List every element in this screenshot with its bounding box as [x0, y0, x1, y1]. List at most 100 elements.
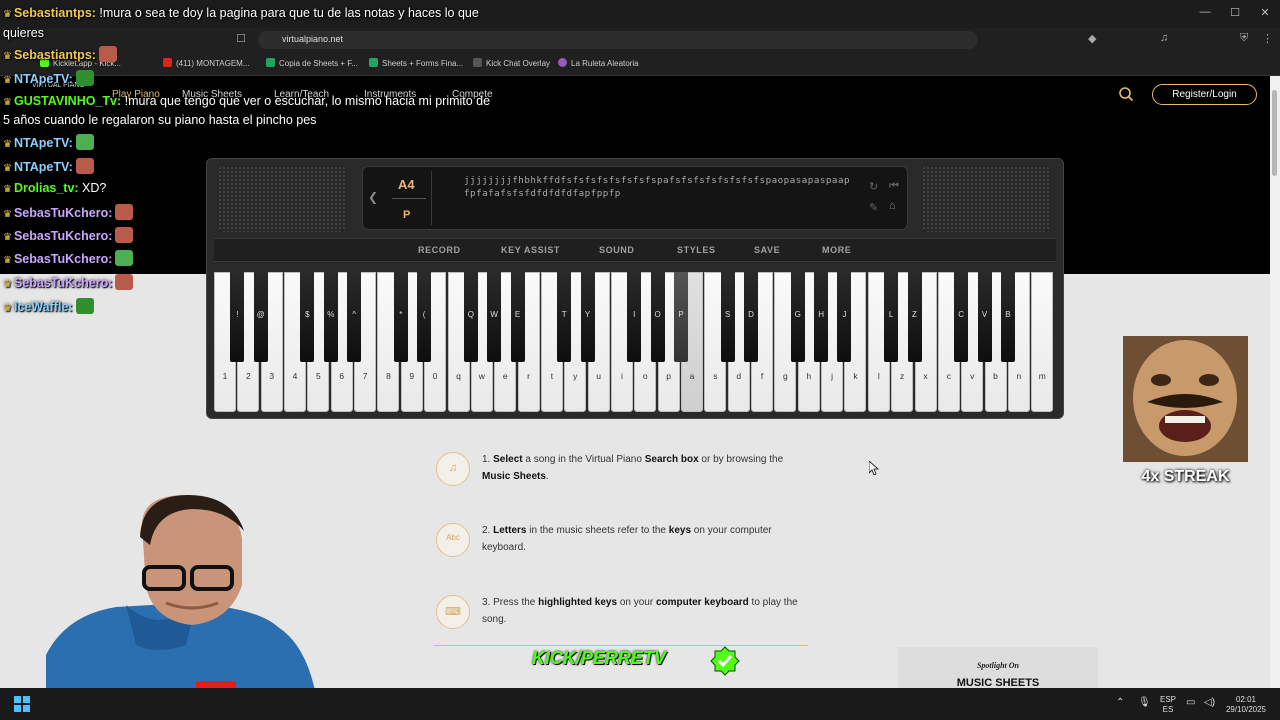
streak-image: [1123, 336, 1248, 462]
piano-black-key[interactable]: I: [627, 272, 642, 362]
piano-black-key[interactable]: *: [393, 272, 408, 362]
key-label: @: [256, 310, 265, 319]
styles-button[interactable]: STYLES: [677, 245, 716, 255]
language-indicator[interactable]: ESP ES: [1158, 695, 1178, 715]
speaker-right: [922, 166, 1050, 232]
spotlight-subtitle: Spotlight On: [976, 661, 1019, 670]
piano-black-key[interactable]: %: [323, 272, 338, 362]
search-icon[interactable]: [1118, 86, 1134, 102]
key-label: 3: [269, 371, 275, 381]
chevron-left-icon[interactable]: ❮: [368, 190, 378, 204]
piano-black-key[interactable]: H: [814, 272, 829, 362]
chat-username: Drolias_tv:: [13, 181, 79, 195]
chat-message: ♛ GUSTAVINHO_Tv: !mura que tengo que ver …: [3, 94, 490, 108]
refresh-icon[interactable]: ↻: [869, 180, 878, 193]
divider: [434, 645, 808, 646]
sound-button[interactable]: SOUND: [599, 245, 635, 255]
piano-black-key[interactable]: W: [487, 272, 502, 362]
piano-black-key[interactable]: ^: [347, 272, 362, 362]
piano-black-key[interactable]: E: [510, 272, 525, 362]
home-icon[interactable]: ⌂: [889, 200, 896, 212]
save-button[interactable]: SAVE: [754, 245, 780, 255]
piano-black-key[interactable]: G: [790, 272, 805, 362]
bookmark-icon[interactable]: ☐: [236, 32, 246, 45]
piano-black-key[interactable]: S: [720, 272, 735, 362]
key-label: 0: [432, 371, 438, 381]
bookmark-item[interactable]: Copia de Sheets + F...: [266, 58, 358, 68]
piano-black-key[interactable]: B: [1000, 272, 1015, 362]
pencil-icon[interactable]: ✎: [869, 201, 878, 214]
key-assist-button[interactable]: KEY ASSIST: [501, 245, 560, 255]
key-label: $: [305, 310, 310, 319]
key-label: v: [970, 371, 975, 381]
piano-black-key[interactable]: L: [884, 272, 899, 362]
chevron-up-icon[interactable]: ⌃: [1116, 698, 1124, 708]
piano-black-key[interactable]: Q: [463, 272, 478, 362]
clock[interactable]: 02:01 29/10/2025: [1222, 695, 1270, 715]
page-icon: [473, 58, 482, 67]
windows-start-icon[interactable]: [14, 696, 30, 712]
chat-message: ♛ SebasTuKchero:: [3, 250, 134, 266]
key-label: g: [783, 371, 788, 381]
shield-icon[interactable]: ⛨: [1240, 32, 1248, 45]
step-2-text: 2. Letters in the music sheets refer to …: [482, 525, 772, 553]
key-label: 9: [409, 371, 415, 381]
bookmark-item[interactable]: Sheets + Forms Fina...: [369, 58, 463, 68]
piano-black-key[interactable]: (: [417, 272, 432, 362]
key-label: !: [236, 310, 239, 319]
key-label: j: [831, 371, 834, 381]
bookmark-item[interactable]: La Ruleta Aleatoria: [558, 58, 639, 68]
skip-back-icon[interactable]: ⏮: [889, 180, 899, 193]
music-icon[interactable]: ♫: [1160, 32, 1168, 44]
piano-black-key[interactable]: @: [253, 272, 268, 362]
key-label: E: [514, 310, 521, 319]
url-input[interactable]: [258, 31, 978, 49]
chat-username: SebasTuKchero:: [13, 229, 113, 243]
chat-text: XD?: [78, 181, 107, 195]
key-label: I: [633, 310, 636, 319]
network-icon[interactable]: ▭: [1186, 698, 1195, 708]
piano-black-key[interactable]: C: [954, 272, 969, 362]
taskbar: [0, 688, 1280, 720]
key-label: a: [689, 371, 695, 381]
chat-username: SebasTuKchero:: [13, 252, 113, 266]
register-login-button[interactable]: Register/Login: [1152, 84, 1257, 105]
volume-icon[interactable]: ◁): [1204, 698, 1215, 708]
scrollbar-thumb[interactable]: [1272, 90, 1277, 176]
key-label: T: [561, 310, 567, 319]
music-sheet-text[interactable]: jjjjjjjjfhbhkffdfsfsfsfsfsfsfsfspafsfsfs…: [464, 174, 856, 200]
piano-black-key[interactable]: T: [557, 272, 572, 362]
menu-icon[interactable]: ⋮: [1262, 32, 1273, 45]
more-button[interactable]: MORE: [822, 245, 851, 255]
key-label: 2: [245, 371, 251, 381]
piano-black-key[interactable]: O: [650, 272, 665, 362]
key-label: r: [527, 371, 530, 381]
bookmark-item[interactable]: Kick Chat Overlay: [473, 58, 550, 68]
key-label: i: [620, 371, 623, 381]
record-button[interactable]: RECORD: [418, 245, 461, 255]
note-divider: [392, 198, 426, 199]
piano-black-key[interactable]: Y: [580, 272, 595, 362]
bookmark-item[interactable]: (411) MONTAGEM...: [163, 58, 250, 68]
piano-white-key[interactable]: m: [1031, 272, 1054, 412]
maximize-button[interactable]: ☐: [1220, 6, 1250, 22]
piano-black-key[interactable]: J: [837, 272, 852, 362]
key-label: Z: [912, 310, 917, 319]
key-label: q: [456, 371, 461, 381]
piano-black-key[interactable]: D: [744, 272, 759, 362]
piano-black-key[interactable]: V: [977, 272, 992, 362]
current-note: A4: [398, 177, 415, 192]
piano-black-key[interactable]: !: [230, 272, 245, 362]
extension-icon[interactable]: ◆: [1088, 32, 1096, 45]
badge-icon: ♛: [3, 209, 12, 220]
piano-black-key[interactable]: $: [300, 272, 315, 362]
emote-icon: [115, 250, 134, 266]
emote-icon: [115, 227, 134, 243]
key-label: V: [981, 310, 988, 319]
close-button[interactable]: ✕: [1250, 6, 1280, 22]
minimize-button[interactable]: —: [1190, 6, 1220, 22]
microphone-icon[interactable]: 🎙: [1138, 698, 1151, 708]
piano-black-key[interactable]: Z: [907, 272, 922, 362]
piano-black-key[interactable]: P: [674, 272, 688, 362]
webcam-feed: [46, 495, 316, 695]
